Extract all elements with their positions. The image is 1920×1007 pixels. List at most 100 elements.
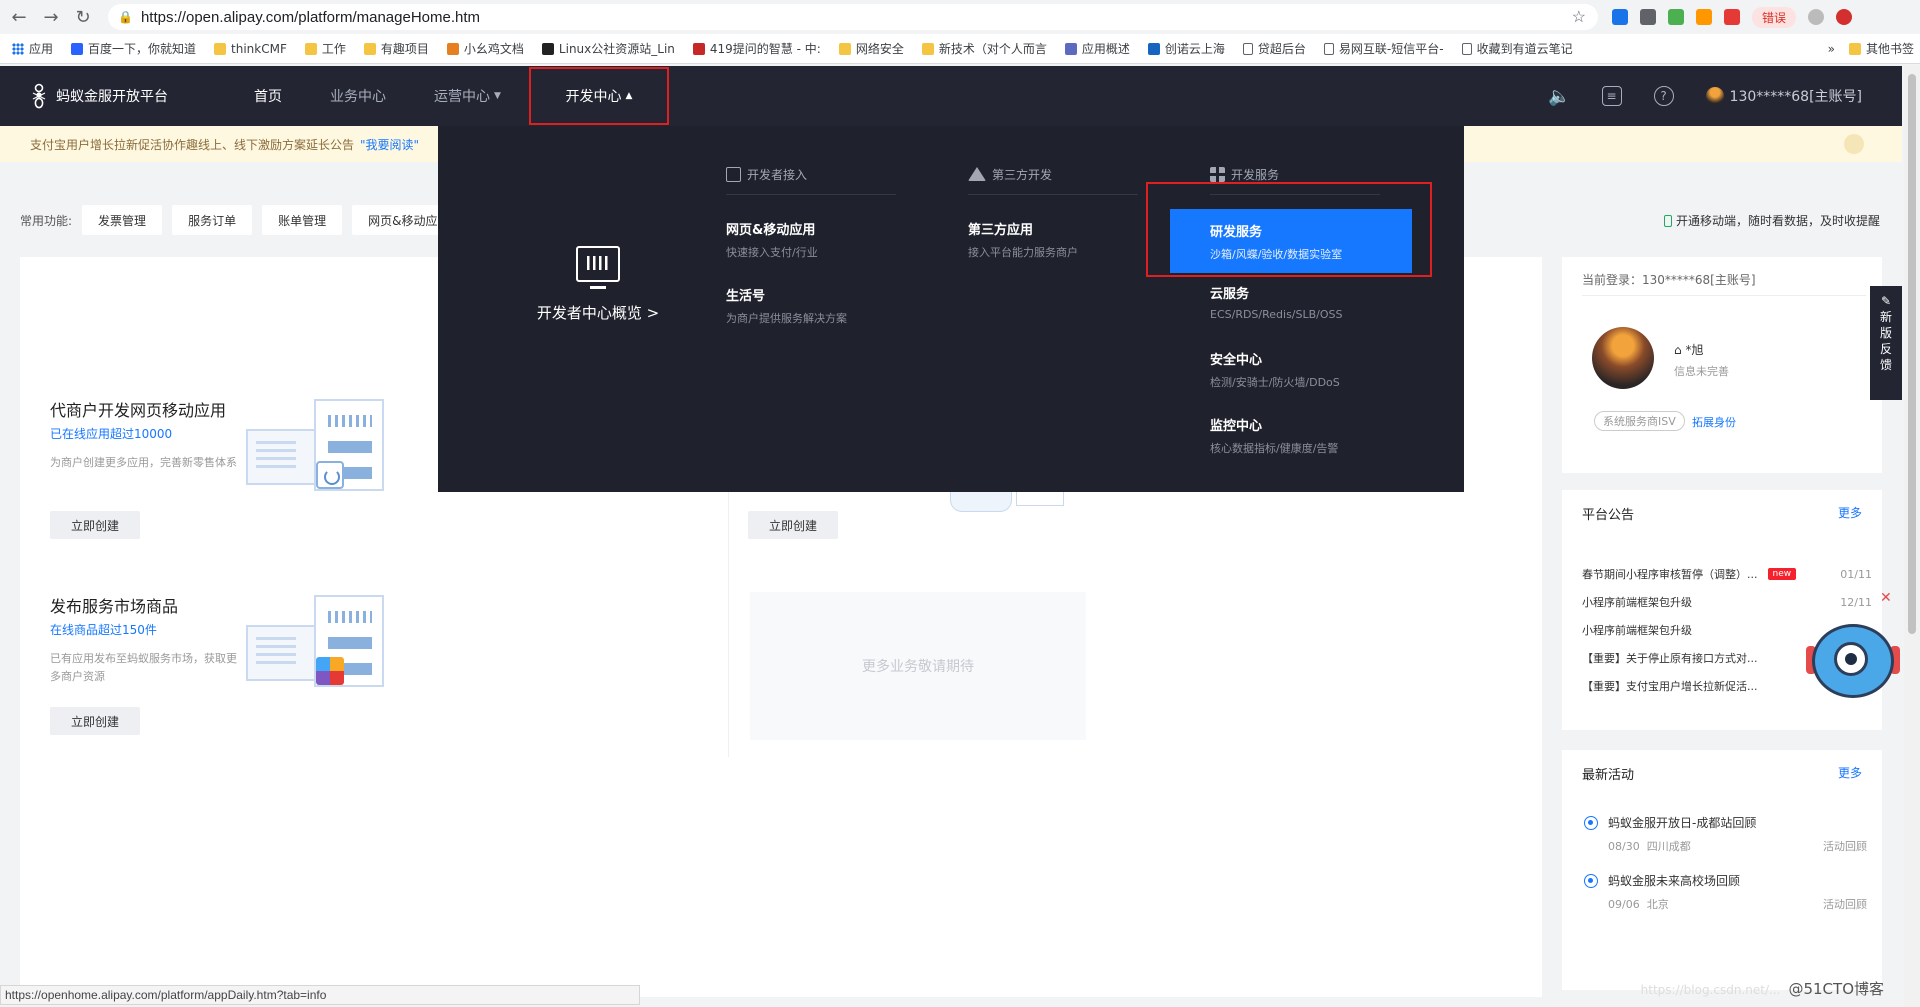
notice-read-link[interactable]: "我要阅读": [360, 136, 419, 153]
bookmark-item[interactable]: 应用: [12, 40, 53, 57]
cloud-icon: [1064, 42, 1077, 55]
help-icon[interactable]: ?: [1653, 86, 1674, 106]
create-app-button[interactable]: 立即创建: [50, 511, 140, 539]
page-icon: [1242, 42, 1253, 55]
linux-icon: [541, 42, 554, 55]
biz-title: 代商户开发网页移动应用: [50, 401, 227, 420]
mobile-tip[interactable]: 开通移动端，随时看数据，及时收提醒: [1663, 212, 1880, 229]
chevron-right-icon[interactable]: »: [1828, 42, 1835, 56]
site-icon: [1147, 42, 1160, 55]
quick-label: 常用功能:: [20, 213, 73, 228]
triangle-nodes-icon: [968, 167, 986, 181]
bookmark-star-icon[interactable]: ☆: [1572, 7, 1586, 27]
list-item[interactable]: 蚂蚁金服开放日-成都站回顾 08/30 四川成都 活动回顾: [1582, 810, 1867, 868]
close-icon[interactable]: ✕: [1880, 590, 1892, 606]
user-info-status: 信息未完善: [1674, 365, 1729, 378]
menu-item-life-account[interactable]: 生活号 为商户提供服务解决方案: [726, 285, 896, 327]
code-icon: [726, 166, 741, 182]
page-icon: [1461, 42, 1472, 55]
nav-home[interactable]: 首页: [230, 66, 306, 126]
notice-close-icon[interactable]: [1844, 134, 1864, 154]
extension-gear-icon[interactable]: [1640, 9, 1656, 25]
page-icon: [1323, 42, 1334, 55]
quick-bills[interactable]: 账单管理: [262, 205, 343, 235]
home-icon: ⌂: [1674, 343, 1682, 357]
edit-icon: ✎: [1880, 294, 1892, 308]
bookmark-item[interactable]: Linux公社资源站_Lin: [541, 40, 675, 57]
extension-green-icon[interactable]: [1668, 9, 1684, 25]
biz-subtitle: 在线商品超过150件: [50, 623, 157, 637]
error-badge[interactable]: 错误: [1752, 6, 1797, 28]
bookmark-item[interactable]: 有趣项目: [363, 40, 429, 57]
extension-orange-icon[interactable]: [1696, 9, 1712, 25]
bookmark-item[interactable]: 新技术（对个人而言: [921, 40, 1047, 57]
profile-icon[interactable]: [1808, 9, 1825, 25]
logo-text: 蚂蚁金服开放平台: [56, 89, 168, 105]
header-actions: 🔈 ≡ ? 130*****68[主账号]: [1548, 86, 1862, 107]
other-bookmarks[interactable]: 其他书签: [1848, 40, 1914, 57]
biz-description: 已有应用发布至蚂蚁服务市场，获取更多商户资源: [50, 652, 237, 683]
forward-icon[interactable]: →: [38, 4, 64, 30]
developer-overview-link[interactable]: 开发者中心概览 >: [498, 246, 698, 323]
menu-item-web-mobile-app[interactable]: 网页&移动应用 快速接入支付/行业: [726, 219, 896, 261]
announcement-more-link[interactable]: 更多: [1838, 504, 1862, 521]
update-icon[interactable]: [1836, 9, 1853, 25]
back-icon[interactable]: ←: [6, 4, 32, 30]
menu-item-cloud-services[interactable]: 云服务 ECS/RDS/Redis/SLB/OSS: [1210, 283, 1380, 325]
menu-item-monitor-center[interactable]: 监控中心 核心数据指标/健康度/告警: [1210, 415, 1380, 457]
list-item[interactable]: 蚂蚁金服未来高校场回顾 09/06 北京 活动回顾: [1582, 868, 1867, 926]
folder-icon: [214, 42, 227, 55]
account-menu[interactable]: 130*****68[主账号]: [1705, 86, 1862, 106]
list-item[interactable]: 春节期间小程序审核暂停（调整）... new 01/11: [1582, 560, 1872, 588]
new-badge: new: [1767, 568, 1797, 580]
bookmarks-bar: 应用 百度一下，你就知道 thinkCMF 工作 有趣项目 小幺鸡文档 Linu…: [0, 34, 1920, 64]
reload-icon[interactable]: ↻: [70, 4, 96, 30]
phone-icon: [1663, 214, 1672, 227]
create-goods-button[interactable]: 立即创建: [50, 707, 140, 735]
role-tag: 系统服务商ISV: [1594, 411, 1685, 431]
bookmark-item[interactable]: 应用概述: [1064, 40, 1130, 57]
menu-item-security-center[interactable]: 安全中心 检测/安骑士/防火墙/DDoS: [1210, 349, 1380, 391]
bookmark-item[interactable]: thinkCMF: [214, 42, 287, 56]
feedback-tab[interactable]: ✎ 新版反馈: [1870, 286, 1902, 400]
extension-p-icon[interactable]: [1612, 9, 1628, 25]
extension-red-icon[interactable]: [1724, 9, 1740, 25]
bookmark-item[interactable]: 收藏到有道云笔记: [1461, 40, 1573, 57]
column-head: 开发者接入: [726, 164, 896, 195]
quick-orders[interactable]: 服务订单: [172, 205, 253, 235]
link-status-bar: https://openhome.alipay.com/platform/app…: [0, 985, 640, 1005]
document-icon[interactable]: ≡: [1601, 86, 1622, 106]
logo[interactable]: 蚂蚁金服开放平台: [30, 83, 230, 109]
bookmark-item[interactable]: 贷超后台: [1242, 40, 1306, 57]
biz-subtitle: 已在线应用超过10000: [50, 427, 173, 441]
biz-title: 发布服务市场商品: [50, 597, 179, 616]
activity-more-link[interactable]: 更多: [1838, 764, 1862, 781]
quick-invoice[interactable]: 发票管理: [82, 205, 163, 235]
site-icon: [446, 42, 459, 55]
avatar[interactable]: [1592, 327, 1654, 389]
ant-logo-icon: [32, 83, 46, 109]
speaker-icon[interactable]: 🔈: [1548, 86, 1570, 107]
create-service-button[interactable]: 立即创建: [748, 511, 838, 539]
target-icon: [1584, 874, 1598, 888]
address-bar[interactable]: 🔒 https://open.alipay.com/platform/manag…: [108, 4, 1598, 30]
bookmark-item[interactable]: 创诺云上海: [1147, 40, 1225, 57]
assistant-robot-icon[interactable]: [1804, 612, 1902, 702]
bookmark-item[interactable]: 易网互联-短信平台-: [1323, 40, 1444, 57]
col-third-party: 第三方开发 第三方应用 接入平台能力服务商户: [968, 164, 1138, 261]
expand-identity-link[interactable]: 拓展身份: [1692, 414, 1736, 430]
bookmark-item[interactable]: 百度一下，你就知道: [71, 40, 196, 57]
coming-soon-placeholder: 更多业务敬请期待: [750, 592, 1086, 740]
menu-item-third-party-app[interactable]: 第三方应用 接入平台能力服务商户: [968, 219, 1138, 261]
bookmark-item[interactable]: 网络安全: [838, 40, 904, 57]
watermark: https://blog.csdn.net/... @51CTO博客: [1640, 980, 1884, 998]
user-card: 当前登录：130*****68[主账号] ⌂ *旭 信息未完善 系统服务商ISV…: [1562, 257, 1882, 473]
nav-operations-center[interactable]: 运营中心 ▼: [410, 66, 525, 126]
folder-icon: [838, 42, 851, 55]
scrollbar[interactable]: [1904, 66, 1920, 1007]
bookmark-item[interactable]: 小幺鸡文档: [446, 40, 524, 57]
bookmark-item[interactable]: 工作: [304, 40, 346, 57]
nav-developer-center[interactable]: 开发中心 ▲: [528, 67, 669, 125]
bookmark-item[interactable]: 419提问的智慧 - 中:: [692, 40, 821, 57]
nav-business-center[interactable]: 业务中心: [306, 66, 410, 126]
